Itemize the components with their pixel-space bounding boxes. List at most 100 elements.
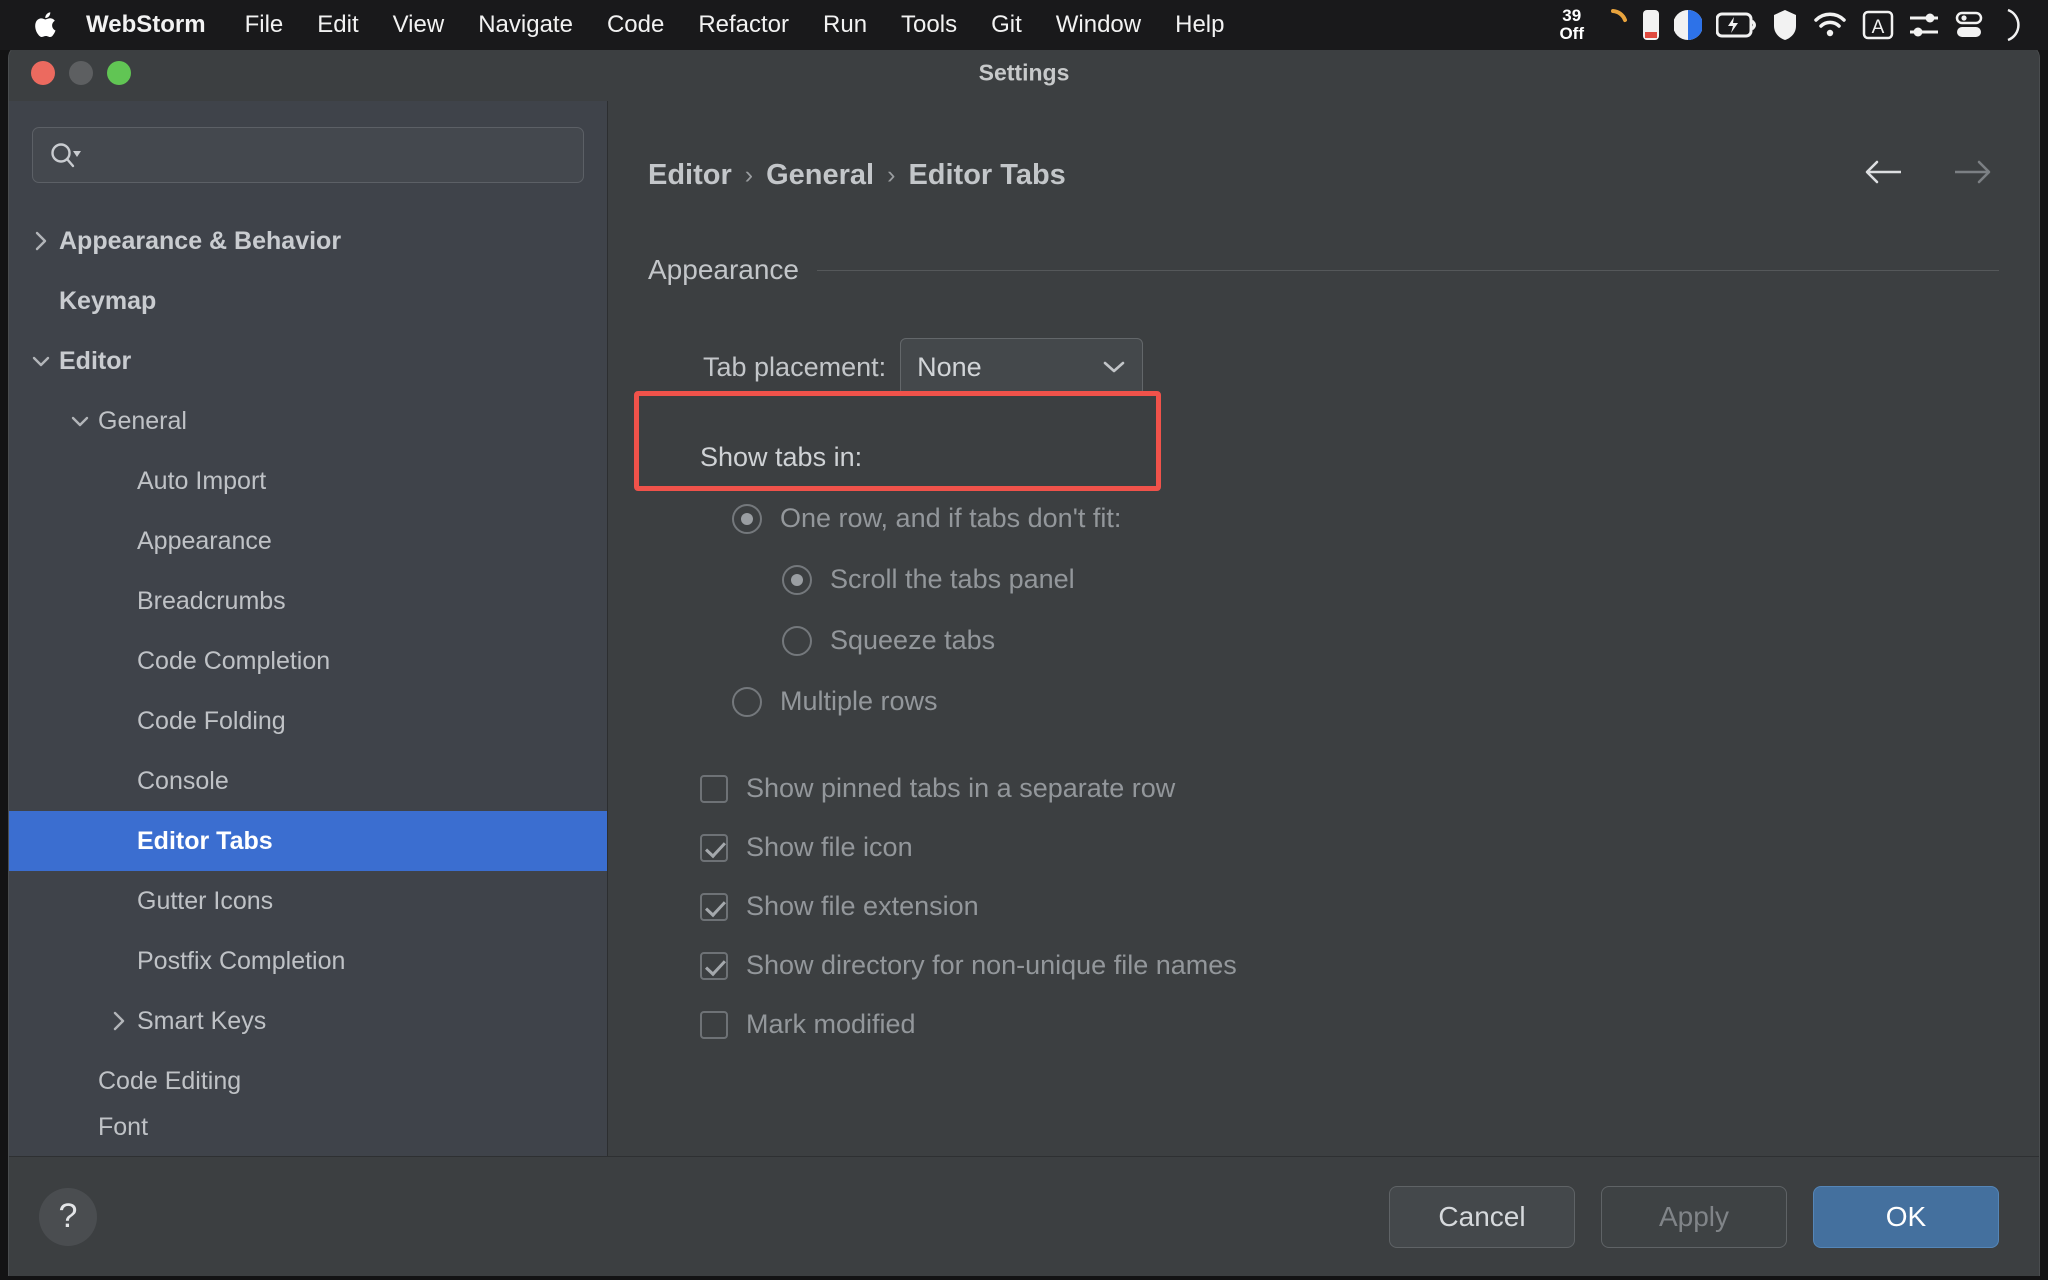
sidebar-item-code-folding[interactable]: Code Folding	[9, 691, 607, 751]
arrow-right-icon	[1951, 157, 1995, 187]
sidebar-item-editor-tabs[interactable]: Editor Tabs	[9, 811, 607, 871]
input-language-A-icon[interactable]: A	[1862, 9, 1894, 41]
breadcrumb-item-general[interactable]: General	[766, 159, 874, 192]
sidebar-item-console[interactable]: Console	[9, 751, 607, 811]
checkbox-icon[interactable]	[700, 1011, 728, 1039]
checkbox-icon[interactable]	[700, 952, 728, 980]
tab-placement-label: Tab placement:	[703, 352, 886, 383]
show-tabs-in-label: Show tabs in:	[648, 442, 1999, 473]
search-input[interactable]	[91, 142, 567, 168]
radio-button-icon[interactable]	[782, 565, 812, 595]
checkbox-show-directory-non-unique[interactable]: Show directory for non-unique file names	[700, 950, 1999, 981]
menu-item-help[interactable]: Help	[1158, 0, 1241, 50]
arrow-left-icon[interactable]	[1861, 157, 1905, 187]
sidebar-item-code-editing[interactable]: Code Editing	[9, 1051, 607, 1111]
radio-button-icon[interactable]	[782, 626, 812, 656]
search-box[interactable]	[32, 127, 584, 183]
sidebar-item-general[interactable]: General	[9, 391, 607, 451]
battery-off-label: Off	[1559, 25, 1584, 43]
radio-scroll-tabs-panel[interactable]: Scroll the tabs panel	[782, 564, 1999, 595]
sidebar-item-label: Smart Keys	[137, 1007, 266, 1036]
checkbox-show-file-icon[interactable]: Show file icon	[700, 832, 1999, 863]
breadcrumb-separator-icon: ›	[732, 161, 766, 190]
macos-menu-bar: WebStorm File Edit View Navigate Code Re…	[0, 0, 2048, 50]
sidebar-item-appearance[interactable]: Appearance	[9, 511, 607, 571]
dialog-title: Settings	[9, 60, 2039, 87]
sidebar-item-label: Code Editing	[98, 1067, 241, 1096]
menu-item-file[interactable]: File	[228, 0, 301, 50]
sidebar-item-keymap[interactable]: Keymap	[9, 271, 607, 331]
checkbox-icon[interactable]	[700, 834, 728, 862]
sidebar-item-gutter-icons[interactable]: Gutter Icons	[9, 871, 607, 931]
battery-charging-icon[interactable]	[1716, 10, 1758, 40]
checkbox-label: Show file extension	[746, 891, 979, 922]
menu-item-view[interactable]: View	[376, 0, 462, 50]
sidebar-item-font[interactable]: Font	[9, 1111, 607, 1141]
chevron-right-icon[interactable]	[23, 230, 59, 252]
section-title: Appearance	[648, 254, 799, 286]
checkbox-label: Show directory for non-unique file names	[746, 950, 1237, 981]
sidebar-item-auto-import[interactable]: Auto Import	[9, 451, 607, 511]
sidebar-item-label: Appearance & Behavior	[59, 227, 341, 256]
dialog-footer: ? Cancel Apply OK	[9, 1156, 2039, 1276]
apply-button[interactable]: Apply	[1601, 1186, 1787, 1248]
sidebar-item-label: Console	[137, 767, 229, 796]
checkbox-show-file-extension[interactable]: Show file extension	[700, 891, 1999, 922]
radio-button-icon[interactable]	[732, 687, 762, 717]
checkbox-label: Show pinned tabs in a separate row	[746, 773, 1175, 804]
sidebar-item-appearance-behavior[interactable]: Appearance & Behavior	[9, 211, 607, 271]
sidebar-item-breadcrumbs[interactable]: Breadcrumbs	[9, 571, 607, 631]
recording-indicator-icon[interactable]	[1642, 8, 1660, 42]
menu-item-run[interactable]: Run	[806, 0, 884, 50]
search-field-wrapper	[9, 101, 607, 183]
sidebar-item-editor[interactable]: Editor	[9, 331, 607, 391]
settings-content-pane: Editor › General › Editor Tabs	[608, 101, 2039, 1213]
chevron-down-icon[interactable]	[23, 353, 59, 369]
footer-buttons: Cancel Apply OK	[1389, 1186, 1999, 1248]
menu-item-navigate[interactable]: Navigate	[461, 0, 590, 50]
checkbox-icon[interactable]	[700, 893, 728, 921]
radio-label: Squeeze tabs	[830, 625, 995, 656]
radio-button-icon[interactable]	[732, 504, 762, 534]
menu-item-tools[interactable]: Tools	[884, 0, 974, 50]
sidebar-item-label: Breadcrumbs	[137, 587, 286, 616]
tab-options-checkbox-group: Show pinned tabs in a separate row Show …	[648, 773, 1999, 1040]
menu-item-webstorm[interactable]: WebStorm	[86, 0, 228, 50]
control-center-icon[interactable]	[1954, 10, 1984, 40]
screen-root: WebStorm File Edit View Navigate Code Re…	[0, 0, 2048, 1280]
breadcrumb-item-editor[interactable]: Editor	[648, 159, 732, 192]
control-sliders-icon[interactable]	[1908, 10, 1940, 40]
sidebar-item-label: Gutter Icons	[137, 887, 273, 916]
checkbox-show-pinned-tabs-separate-row[interactable]: Show pinned tabs in a separate row	[700, 773, 1999, 804]
chevron-down-icon[interactable]	[62, 413, 98, 429]
tab-placement-dropdown[interactable]: None	[900, 338, 1143, 396]
apple-logo-icon[interactable]	[34, 10, 60, 40]
radio-one-row[interactable]: One row, and if tabs don't fit:	[732, 503, 1999, 534]
moon-do-not-disturb-icon[interactable]	[1674, 8, 1702, 42]
chevron-right-icon[interactable]	[101, 1010, 137, 1032]
checkbox-mark-modified[interactable]: Mark modified	[700, 1009, 1999, 1040]
siri-icon[interactable]	[1998, 8, 2026, 42]
checkbox-icon[interactable]	[700, 775, 728, 803]
dialog-body: Appearance & Behavior Keymap Editor	[9, 101, 2039, 1213]
sidebar-item-smart-keys[interactable]: Smart Keys	[9, 991, 607, 1051]
cancel-button[interactable]: Cancel	[1389, 1186, 1575, 1248]
menu-item-window[interactable]: Window	[1039, 0, 1158, 50]
radio-squeeze-tabs[interactable]: Squeeze tabs	[782, 625, 1999, 656]
sidebar-item-code-completion[interactable]: Code Completion	[9, 631, 607, 691]
sidebar-item-label: General	[98, 407, 187, 436]
ok-button[interactable]: OK	[1813, 1186, 1999, 1248]
sidebar-item-postfix-completion[interactable]: Postfix Completion	[9, 931, 607, 991]
help-button[interactable]: ?	[39, 1188, 97, 1246]
crescent-progress-icon[interactable]	[1598, 8, 1628, 42]
menu-item-code[interactable]: Code	[590, 0, 681, 50]
menu-item-edit[interactable]: Edit	[300, 0, 375, 50]
radio-multiple-rows[interactable]: Multiple rows	[732, 686, 1999, 717]
menu-item-refactor[interactable]: Refactor	[681, 0, 806, 50]
tab-placement-value: None	[917, 352, 982, 383]
appearance-section-header: Appearance	[648, 254, 1999, 286]
menu-item-git[interactable]: Git	[974, 0, 1039, 50]
battery-status-text[interactable]: 39 Off	[1559, 7, 1584, 43]
wifi-icon[interactable]	[1812, 11, 1848, 39]
shield-icon[interactable]	[1772, 9, 1798, 41]
